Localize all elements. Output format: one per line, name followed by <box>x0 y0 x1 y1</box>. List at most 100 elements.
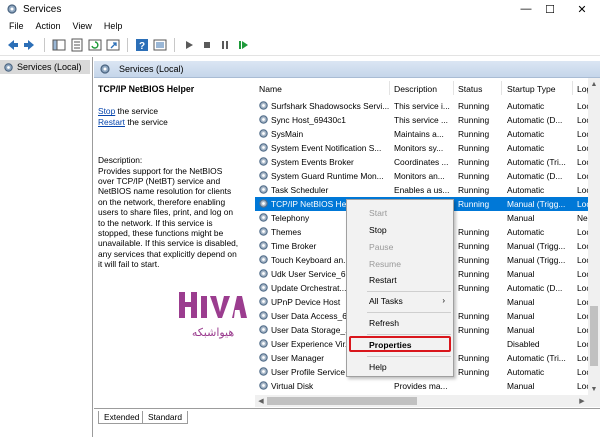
extended-description: TCP/IP NetBIOS Helper Stop the service R… <box>94 78 254 408</box>
service-gear-icon <box>259 101 268 110</box>
close-button[interactable]: ✕ <box>562 0 600 18</box>
vertical-scrollbar[interactable]: ▲ ▼ <box>588 78 600 395</box>
menu-action[interactable]: Action <box>30 21 67 31</box>
hiva-logo: هیواشبکه <box>179 292 247 339</box>
menu-help[interactable]: Help <box>98 21 129 31</box>
service-gear-icon <box>259 199 268 208</box>
table-row[interactable]: System Guard Runtime Mon... Monitors an..… <box>255 169 600 183</box>
menu-item-resume: Resume <box>369 259 401 269</box>
tab-standard[interactable]: Standard <box>142 411 188 424</box>
svg-text:?: ? <box>139 41 145 52</box>
back-icon[interactable] <box>4 37 20 53</box>
vertical-scroll-thumb[interactable] <box>590 306 598 366</box>
view-icon[interactable] <box>152 37 168 53</box>
cell-startup-type: Automatic (D... <box>507 283 563 293</box>
cell-startup-type: Automatic (D... <box>507 115 563 125</box>
cell-name: Sync Host_69430c1 <box>271 115 346 125</box>
service-gear-icon <box>259 381 268 390</box>
start-icon[interactable] <box>181 37 197 53</box>
properties-icon[interactable] <box>69 37 85 53</box>
column-divider[interactable] <box>389 81 390 95</box>
service-gear-icon <box>259 115 268 124</box>
restart-service-link[interactable]: Restart <box>98 117 125 127</box>
cell-name: Virtual Disk <box>271 381 314 391</box>
console-tree: Services (Local) <box>0 57 93 437</box>
table-row[interactable]: System Events Broker Coordinates ... Runni… <box>255 155 600 169</box>
cell-status: Running <box>458 129 490 139</box>
cell-startup-type: Automatic <box>507 101 545 111</box>
service-gear-icon <box>259 241 268 250</box>
scroll-left-arrow-icon[interactable]: ◀ <box>255 395 267 407</box>
cell-startup-type: Manual <box>507 381 535 391</box>
toolbar-separator <box>127 37 128 52</box>
menu-view[interactable]: View <box>67 21 98 31</box>
table-row[interactable]: Surfshark Shadowsocks Servi... This servi… <box>255 99 600 113</box>
tab-extended[interactable]: Extended <box>98 411 146 424</box>
export-icon[interactable] <box>105 37 121 53</box>
table-row[interactable]: System Event Notification S... Monitors s… <box>255 141 600 155</box>
menu-item-refresh[interactable]: Refresh <box>347 315 453 331</box>
service-gear-icon <box>259 325 268 334</box>
cell-status: Running <box>458 353 490 363</box>
cell-description: This service i... <box>394 101 450 111</box>
horizontal-scrollbar[interactable]: ◀ ▶ <box>255 395 600 407</box>
scroll-right-arrow-icon[interactable]: ▶ <box>576 395 588 407</box>
table-row[interactable]: Virtual Disk Provides ma... Manual Loc <box>255 379 600 393</box>
menu-file[interactable]: File <box>3 21 30 31</box>
cell-status: Running <box>458 241 490 251</box>
column-header-name[interactable]: Name <box>259 84 282 94</box>
cell-name: System Event Notification S... <box>271 143 382 153</box>
cell-startup-type: Manual <box>507 213 535 223</box>
cell-startup-type: Manual <box>507 311 535 321</box>
cell-startup-type: Manual (Trigg... <box>507 255 566 265</box>
help-icon[interactable]: ? <box>134 37 150 53</box>
forward-icon[interactable] <box>22 37 38 53</box>
scroll-down-arrow-icon[interactable]: ▼ <box>588 383 600 395</box>
cell-status: Running <box>458 325 490 335</box>
horizontal-scroll-thumb[interactable] <box>267 397 417 405</box>
menu-item-help[interactable]: Help <box>347 359 453 375</box>
pause-icon[interactable] <box>217 37 233 53</box>
refresh-icon[interactable] <box>87 37 103 53</box>
service-gear-icon <box>259 283 268 292</box>
svg-text:هیواشبکه: هیواشبکه <box>192 326 235 339</box>
cell-status: Running <box>458 311 490 321</box>
cell-description: Maintains a... <box>394 129 444 139</box>
cell-status: Running <box>458 269 490 279</box>
title-bar: Services — ☐ ✕ <box>0 0 600 18</box>
column-header-status[interactable]: Status <box>458 84 482 94</box>
cell-startup-type: Automatic <box>507 185 545 195</box>
properties-highlight-box <box>349 336 451 352</box>
cell-startup-type: Automatic <box>507 367 545 377</box>
cell-startup-type: Disabled <box>507 339 540 349</box>
cell-startup-type: Automatic (Tri... <box>507 353 566 363</box>
column-divider[interactable] <box>572 81 573 95</box>
menu-item-stop[interactable]: Stop <box>347 222 453 238</box>
cell-startup-type: Automatic <box>507 143 545 153</box>
scroll-up-arrow-icon[interactable]: ▲ <box>588 78 600 90</box>
column-header-description[interactable]: Description <box>394 84 437 94</box>
cell-name: Surfshark Shadowsocks Servi... <box>271 101 389 111</box>
stop-service-link[interactable]: Stop <box>98 106 115 116</box>
table-row[interactable]: SysMain Maintains a... Running Automatic Loc <box>255 127 600 141</box>
console-tree-icon[interactable] <box>51 37 67 53</box>
column-divider[interactable] <box>453 81 454 95</box>
restart-icon[interactable] <box>235 37 251 53</box>
service-gear-icon <box>259 297 268 306</box>
menu-item-all-tasks[interactable]: All Tasks › <box>347 293 453 309</box>
table-row[interactable]: Task Scheduler Enables a us... Running Auto… <box>255 183 600 197</box>
cell-description: Monitors sy... <box>394 143 444 153</box>
cell-startup-type: Manual <box>507 297 535 307</box>
description-line: users to share files, print, and log on <box>98 207 234 218</box>
menu-item-all-tasks-label: All Tasks <box>369 296 403 306</box>
stop-icon[interactable] <box>199 37 215 53</box>
cell-startup-type: Automatic <box>507 129 545 139</box>
cell-name: Task Scheduler <box>271 185 329 195</box>
table-row[interactable]: Sync Host_69430c1 This service ... Running… <box>255 113 600 127</box>
menu-item-restart[interactable]: Restart <box>347 272 453 288</box>
column-header-startup-type[interactable]: Startup Type <box>507 84 556 94</box>
cell-status: Running <box>458 157 490 167</box>
tree-item-services-local[interactable]: Services (Local) <box>0 60 90 74</box>
column-divider[interactable] <box>501 81 502 95</box>
panel-title: Services (Local) <box>119 64 184 74</box>
